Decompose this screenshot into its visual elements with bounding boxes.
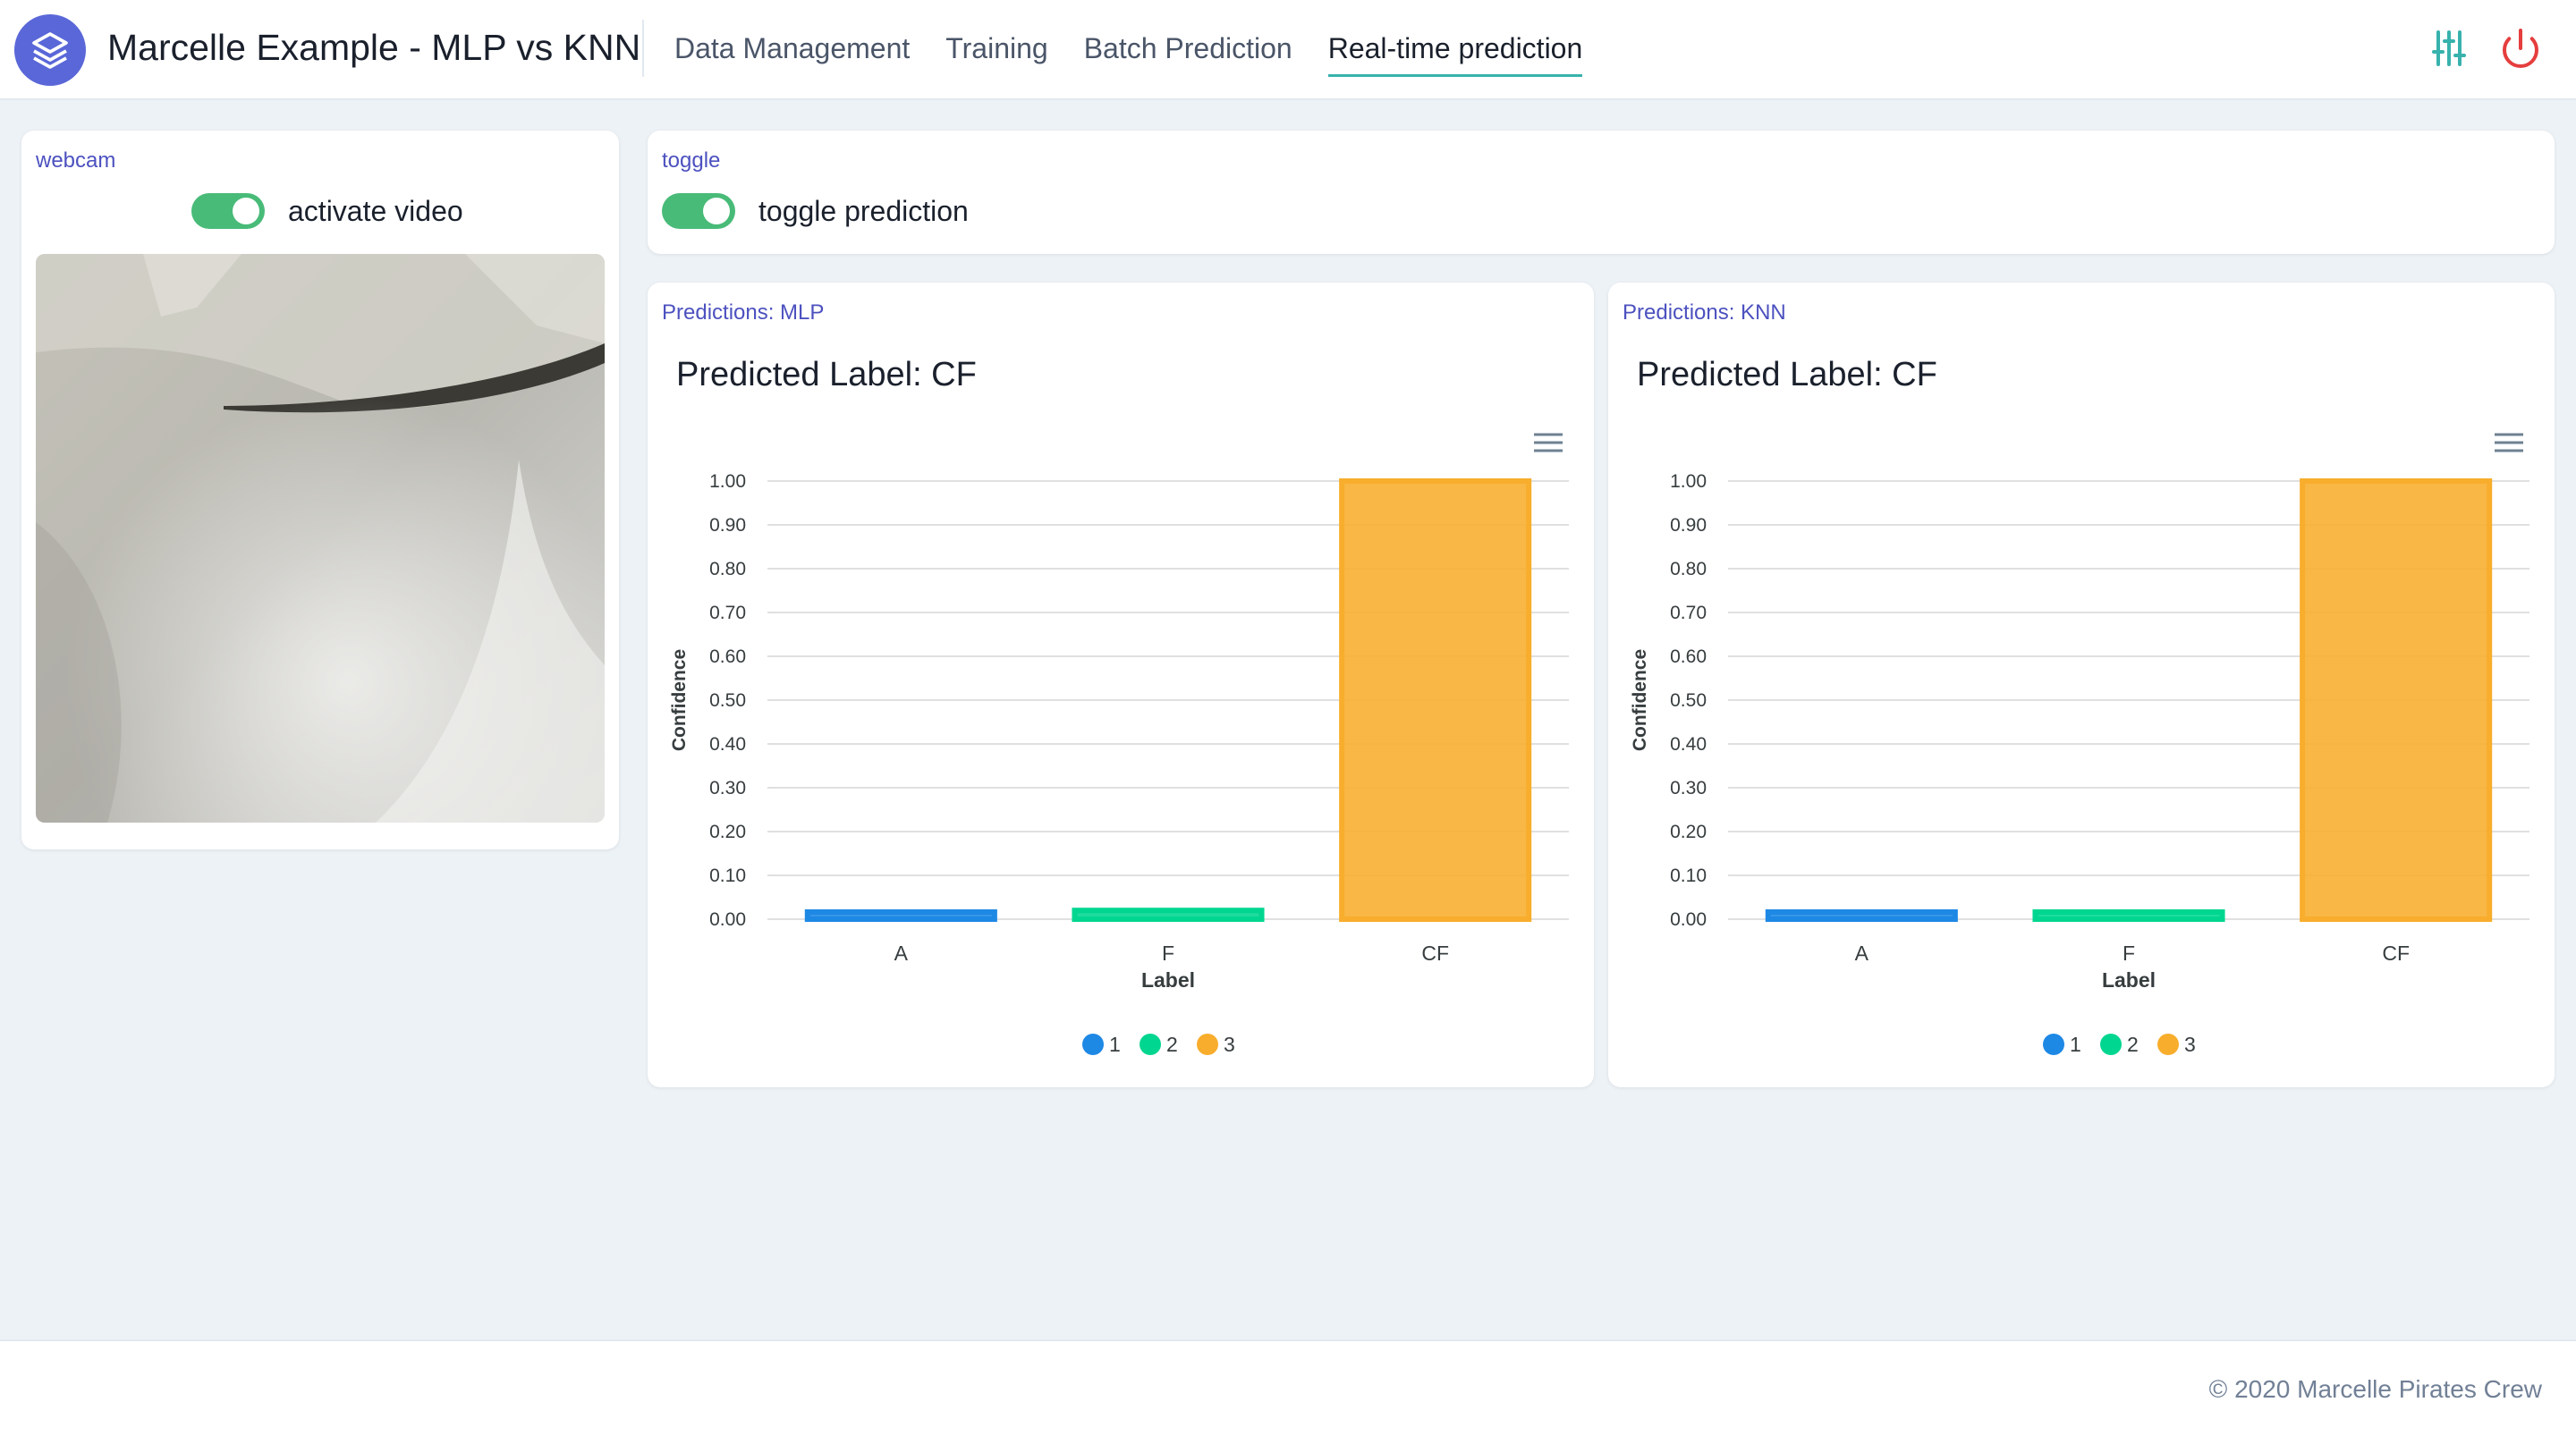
x-axis-title: Label (1141, 968, 1195, 992)
webcam-panel: webcam activate video (21, 131, 619, 849)
bar-cf-series-3 (2300, 478, 2493, 922)
webcam-video-feed (36, 254, 605, 823)
y-tick-label: 0.70 (1670, 603, 1707, 623)
x-tick-label: CF (2382, 942, 2410, 965)
tab-data-management[interactable]: Data Management (674, 32, 910, 77)
bar-a-series-1 (804, 909, 997, 922)
y-tick-label: 0.20 (1670, 822, 1707, 842)
activate-video-row: activate video (191, 193, 463, 229)
y-tick-label: 0.00 (1670, 909, 1707, 930)
webcam-panel-title: webcam (36, 148, 116, 173)
legend-label: 1 (2070, 1033, 2081, 1056)
bar-a-series-1 (1765, 909, 1958, 922)
chart-plot: 0.00 0.10 0.20 0.30 0.40 0.50 0.60 0.70 0.80 0.90… (1630, 471, 2529, 1056)
legend-marker-series-1 (1082, 1034, 1104, 1055)
x-tick-label: CF (1421, 942, 1449, 965)
knn-predictions-panel: Predictions: KNN Predicted Label: CF 0.0… (1608, 283, 2555, 1087)
y-tick-label: 1.00 (1670, 471, 1707, 492)
y-tick-label: 0.80 (709, 559, 746, 579)
bar-cf-series-3 (1339, 478, 1532, 922)
chart-legend: 1 2 3 (2043, 1033, 2196, 1056)
legend-label: 1 (1109, 1033, 1121, 1056)
legend-marker-series-3 (1197, 1034, 1218, 1055)
y-tick-label: 0.40 (709, 734, 746, 755)
toggle-knob (233, 198, 259, 224)
tab-training[interactable]: Training (945, 32, 1047, 77)
power-icon[interactable] (2499, 27, 2542, 70)
layers-icon[interactable] (14, 14, 86, 86)
y-tick-label: 0.80 (1670, 559, 1707, 579)
y-tick-label: 0.30 (1670, 778, 1707, 798)
y-tick-label: 0.90 (709, 515, 746, 536)
y-tick-label: 0.10 (709, 866, 746, 886)
chart-plot: 0.00 0.10 0.20 0.30 0.40 0.50 0.60 0.70 0.80 0.90… (669, 471, 1569, 1056)
tab-batch-prediction[interactable]: Batch Prediction (1084, 32, 1292, 77)
y-tick-label: 0.50 (1670, 690, 1707, 711)
y-tick-label: 0.20 (709, 822, 746, 842)
toggle-knob (703, 198, 730, 224)
knn-bar-chart: 0.00 0.10 0.20 0.30 0.40 0.50 0.60 0.70 0.80 0.90… (1630, 471, 2529, 1056)
x-axis-title: Label (2102, 968, 2156, 992)
y-tick-label: 1.00 (709, 471, 746, 492)
legend-marker-series-2 (2100, 1034, 2122, 1055)
toggle-panel: toggle toggle prediction (648, 131, 2555, 254)
y-axis-title: Confidence (669, 649, 690, 751)
y-tick-label: 0.60 (1670, 646, 1707, 667)
footer: © 2020 Marcelle Pirates Crew (0, 1339, 2576, 1436)
toggle-prediction-label: toggle prediction (758, 194, 969, 227)
legend-label: 3 (2184, 1033, 2196, 1056)
y-tick-label: 0.90 (1670, 515, 1707, 536)
chart-legend: 1 2 3 (1082, 1033, 1235, 1056)
y-tick-label: 0.60 (709, 646, 746, 667)
y-tick-label: 0.00 (709, 909, 746, 930)
toggle-prediction-row: toggle prediction (662, 193, 969, 229)
mlp-bar-chart: 0.00 0.10 0.20 0.30 0.40 0.50 0.60 0.70 0.80 0.90… (669, 471, 1569, 1056)
x-tick-label: F (1162, 942, 1174, 965)
legend-label: 2 (2127, 1033, 2139, 1056)
y-tick-label: 0.70 (709, 603, 746, 623)
bar-f-series-2 (1072, 908, 1265, 923)
legend-label: 3 (1224, 1033, 1235, 1056)
toggle-prediction-toggle[interactable] (662, 193, 735, 229)
y-axis-title: Confidence (1630, 649, 1650, 751)
app-title: Marcelle Example - MLP vs KNN (107, 27, 641, 68)
legend-label: 2 (1166, 1033, 1178, 1056)
x-tick-label: A (1855, 942, 1869, 965)
main-nav: Data Management Training Batch Predictio… (674, 32, 1583, 77)
legend-marker-series-2 (1140, 1034, 1161, 1055)
sliders-icon[interactable] (2428, 27, 2470, 70)
legend-marker-series-3 (2157, 1034, 2179, 1055)
header-divider (642, 20, 644, 77)
x-tick-label: A (894, 942, 909, 965)
activate-video-toggle[interactable] (191, 193, 265, 229)
x-tick-label: F (2123, 942, 2135, 965)
bar-f-series-2 (2032, 909, 2225, 922)
legend-marker-series-1 (2043, 1034, 2064, 1055)
y-tick-label: 0.50 (709, 690, 746, 711)
mlp-predictions-panel: Predictions: MLP Predicted Label: CF 0.0… (648, 283, 1594, 1087)
activate-video-label: activate video (288, 194, 463, 227)
top-navbar: Marcelle Example - MLP vs KNN Data Manag… (0, 0, 2576, 100)
tab-real-time-prediction[interactable]: Real-time prediction (1327, 32, 1583, 77)
y-tick-label: 0.10 (1670, 866, 1707, 886)
y-tick-label: 0.40 (1670, 734, 1707, 755)
footer-copyright: © 2020 Marcelle Pirates Crew (2208, 1375, 2542, 1403)
toggle-panel-title: toggle (662, 148, 721, 173)
y-tick-label: 0.30 (709, 778, 746, 798)
